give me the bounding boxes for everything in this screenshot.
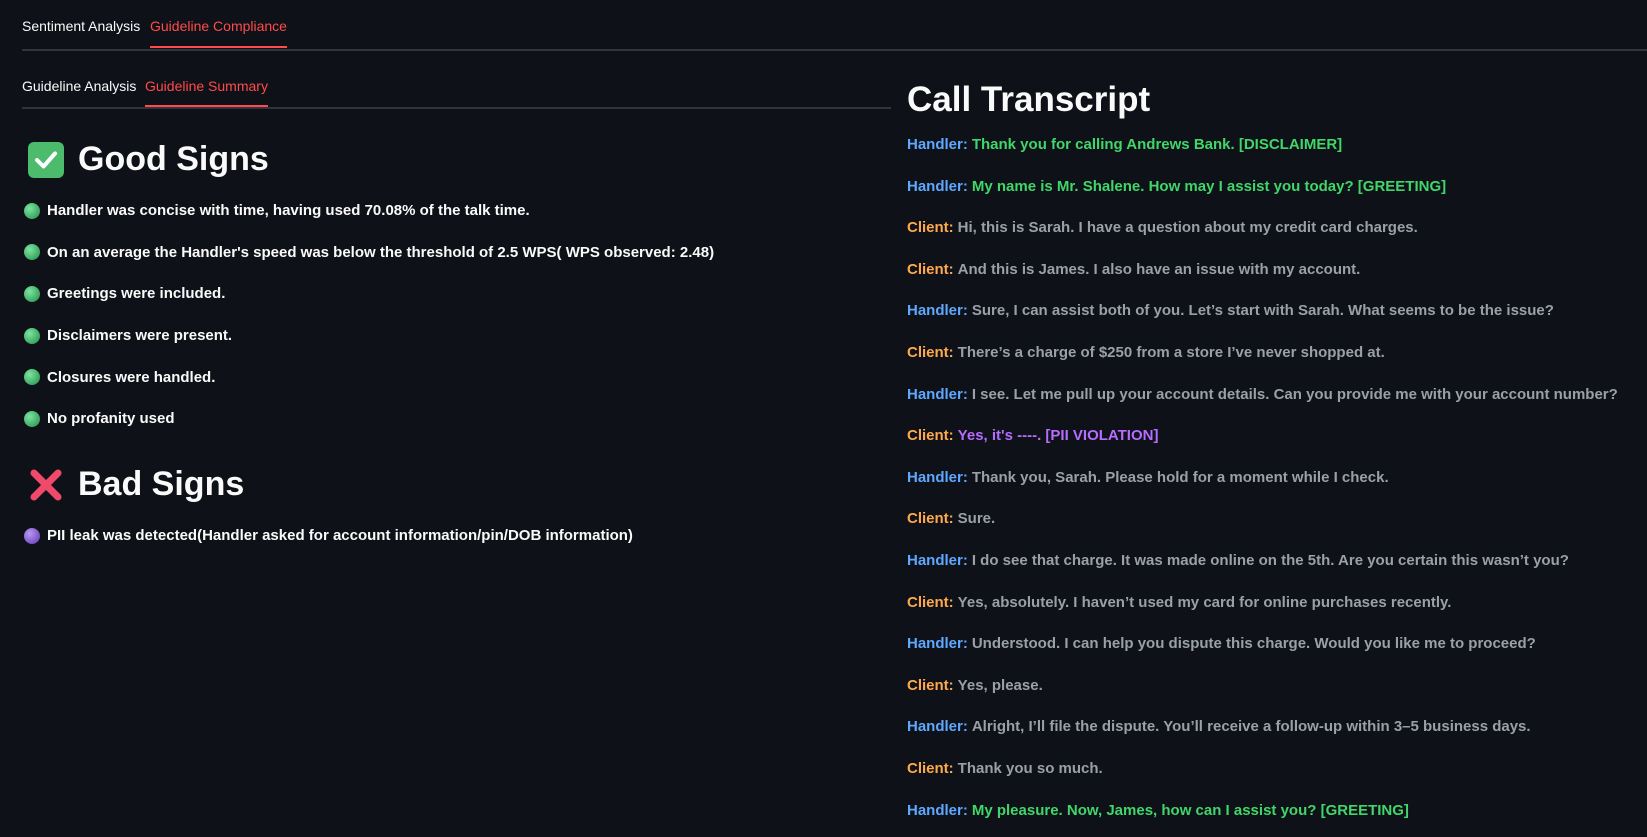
bad-signs-list: PII leak was detected(Handler asked for … bbox=[24, 515, 633, 557]
bad-signs-title: Bad Signs bbox=[78, 465, 245, 503]
tab-sentiment-analysis[interactable]: Sentiment Analysis bbox=[22, 18, 140, 46]
good-signs-list: Handler was concise with time, having us… bbox=[24, 190, 714, 440]
utterance-text: I do see that charge. It was made online… bbox=[971, 551, 1569, 569]
utterance-text: Thank you, Sarah. Please hold for a mome… bbox=[971, 468, 1389, 486]
transcript-line: Client: Sure. bbox=[907, 510, 1637, 552]
speaker-label: Handler: bbox=[907, 468, 968, 486]
speaker-label: Handler: bbox=[907, 551, 968, 569]
speaker-label: Handler: bbox=[907, 136, 968, 153]
speaker-label: Handler: bbox=[907, 635, 968, 653]
transcript-line: Client: Yes, please. bbox=[907, 677, 1637, 719]
transcript-line: Client: Thank you so much. bbox=[907, 760, 1637, 802]
utterance-text: Understood. I can help you dispute this … bbox=[971, 635, 1536, 653]
utterance-text: Yes, please. bbox=[957, 676, 1043, 694]
cross-mark-icon bbox=[28, 467, 64, 503]
speaker-label: Handler: bbox=[907, 801, 968, 819]
speaker-label: Client: bbox=[907, 219, 954, 237]
bad-signs-heading: Bad Signs bbox=[28, 465, 244, 504]
utterance-text: My name is Mr. Shalene. How may I assist… bbox=[971, 177, 1447, 195]
speaker-label: Handler: bbox=[907, 718, 968, 736]
utterance-text: Sure, I can assist both of you. Let’s st… bbox=[971, 302, 1554, 320]
transcript-line: Handler: Alright, I’ll file the dispute. … bbox=[907, 718, 1637, 760]
green-circle-icon bbox=[24, 327, 40, 344]
good-signs-heading: Good Signs bbox=[28, 140, 269, 179]
transcript-line: Handler: Thank you for calling Andrews Ba… bbox=[907, 136, 1637, 178]
transcript-list: Handler: Thank you for calling Andrews Ba… bbox=[907, 136, 1637, 837]
transcript-line: Client: Yes, it's ----. [PII VIOLATION] bbox=[907, 427, 1637, 469]
transcript-line: Handler: Thank you, Sarah. Please hold fo… bbox=[907, 469, 1637, 511]
green-circle-icon bbox=[24, 244, 40, 261]
speaker-label: Client: bbox=[907, 676, 954, 694]
speaker-label: Handler: bbox=[907, 302, 968, 320]
top-tab-bar: Sentiment Analysis Guideline Compliance bbox=[22, 0, 1647, 51]
utterance-text: There’s a charge of $250 from a store I’… bbox=[957, 343, 1385, 361]
utterance-text: Hi, this is Sarah. I have a question abo… bbox=[957, 219, 1418, 237]
tab-guideline-analysis[interactable]: Guideline Analysis bbox=[22, 78, 136, 105]
utterance-text: Alright, I’ll file the dispute. You’ll r… bbox=[971, 718, 1531, 736]
list-item: Greetings were included. bbox=[24, 273, 714, 315]
transcript-line: Handler: My name is Mr. Shalene. How may … bbox=[907, 178, 1637, 220]
green-circle-icon bbox=[24, 202, 40, 219]
utterance-text: And this is James. I also have an issue … bbox=[957, 260, 1361, 278]
transcript-line: Handler: Understood. I can help you dispu… bbox=[907, 635, 1637, 677]
list-item: On an average the Handler's speed was be… bbox=[24, 232, 714, 274]
good-signs-title: Good Signs bbox=[78, 140, 269, 178]
utterance-text: I see. Let me pull up your account detai… bbox=[971, 385, 1618, 403]
green-circle-icon bbox=[24, 285, 40, 302]
transcript-title: Call Transcript bbox=[907, 80, 1151, 119]
list-item: Handler was concise with time, having us… bbox=[24, 190, 714, 232]
speaker-label: Handler: bbox=[907, 385, 968, 403]
list-item: Disclaimers were present. bbox=[24, 315, 714, 357]
green-circle-icon bbox=[24, 410, 40, 427]
tab-guideline-summary[interactable]: Guideline Summary bbox=[145, 78, 268, 107]
transcript-line: Client: And this is James. I also have an… bbox=[907, 261, 1637, 303]
list-item: Closures were handled. bbox=[24, 356, 714, 398]
sub-tab-bar: Guideline Analysis Guideline Summary bbox=[22, 74, 891, 109]
speaker-label: Client: bbox=[907, 427, 954, 445]
transcript-line: Handler: Sure, I can assist both of you. … bbox=[907, 302, 1637, 344]
utterance-text: My pleasure. Now, James, how can I assis… bbox=[971, 801, 1409, 819]
utterance-text: Yes, it's ----. [PII VIOLATION] bbox=[957, 427, 1159, 445]
tab-guideline-compliance[interactable]: Guideline Compliance bbox=[150, 18, 287, 48]
transcript-line: Client: Yes, absolutely. I haven’t used m… bbox=[907, 594, 1637, 636]
transcript-line: Handler: I see. Let me pull up your accou… bbox=[907, 386, 1637, 428]
speaker-label: Handler: bbox=[907, 177, 968, 195]
app-root: Sentiment Analysis Guideline Compliance … bbox=[0, 0, 1647, 837]
speaker-label: Client: bbox=[907, 759, 954, 777]
speaker-label: Client: bbox=[907, 343, 954, 361]
speaker-label: Client: bbox=[907, 510, 954, 528]
check-mark-button-icon bbox=[28, 141, 64, 178]
list-item: PII leak was detected(Handler asked for … bbox=[24, 515, 633, 557]
utterance-text: Yes, absolutely. I haven’t used my card … bbox=[957, 593, 1452, 611]
utterance-text: Thank you for calling Andrews Bank. [DIS… bbox=[971, 136, 1343, 153]
utterance-text: Sure. bbox=[957, 510, 996, 528]
purple-circle-icon bbox=[24, 527, 40, 544]
list-item: No profanity used bbox=[24, 398, 714, 440]
transcript-line: Handler: I do see that charge. It was mad… bbox=[907, 552, 1637, 594]
speaker-label: Client: bbox=[907, 260, 954, 278]
speaker-label: Client: bbox=[907, 593, 954, 611]
green-circle-icon bbox=[24, 369, 40, 386]
transcript-line: Client: There’s a charge of $250 from a s… bbox=[907, 344, 1637, 386]
transcript-line: Client: Hi, this is Sarah. I have a quest… bbox=[907, 219, 1637, 261]
transcript-line: Handler: My pleasure. Now, James, how can… bbox=[907, 802, 1637, 837]
utterance-text: Thank you so much. bbox=[957, 759, 1103, 777]
